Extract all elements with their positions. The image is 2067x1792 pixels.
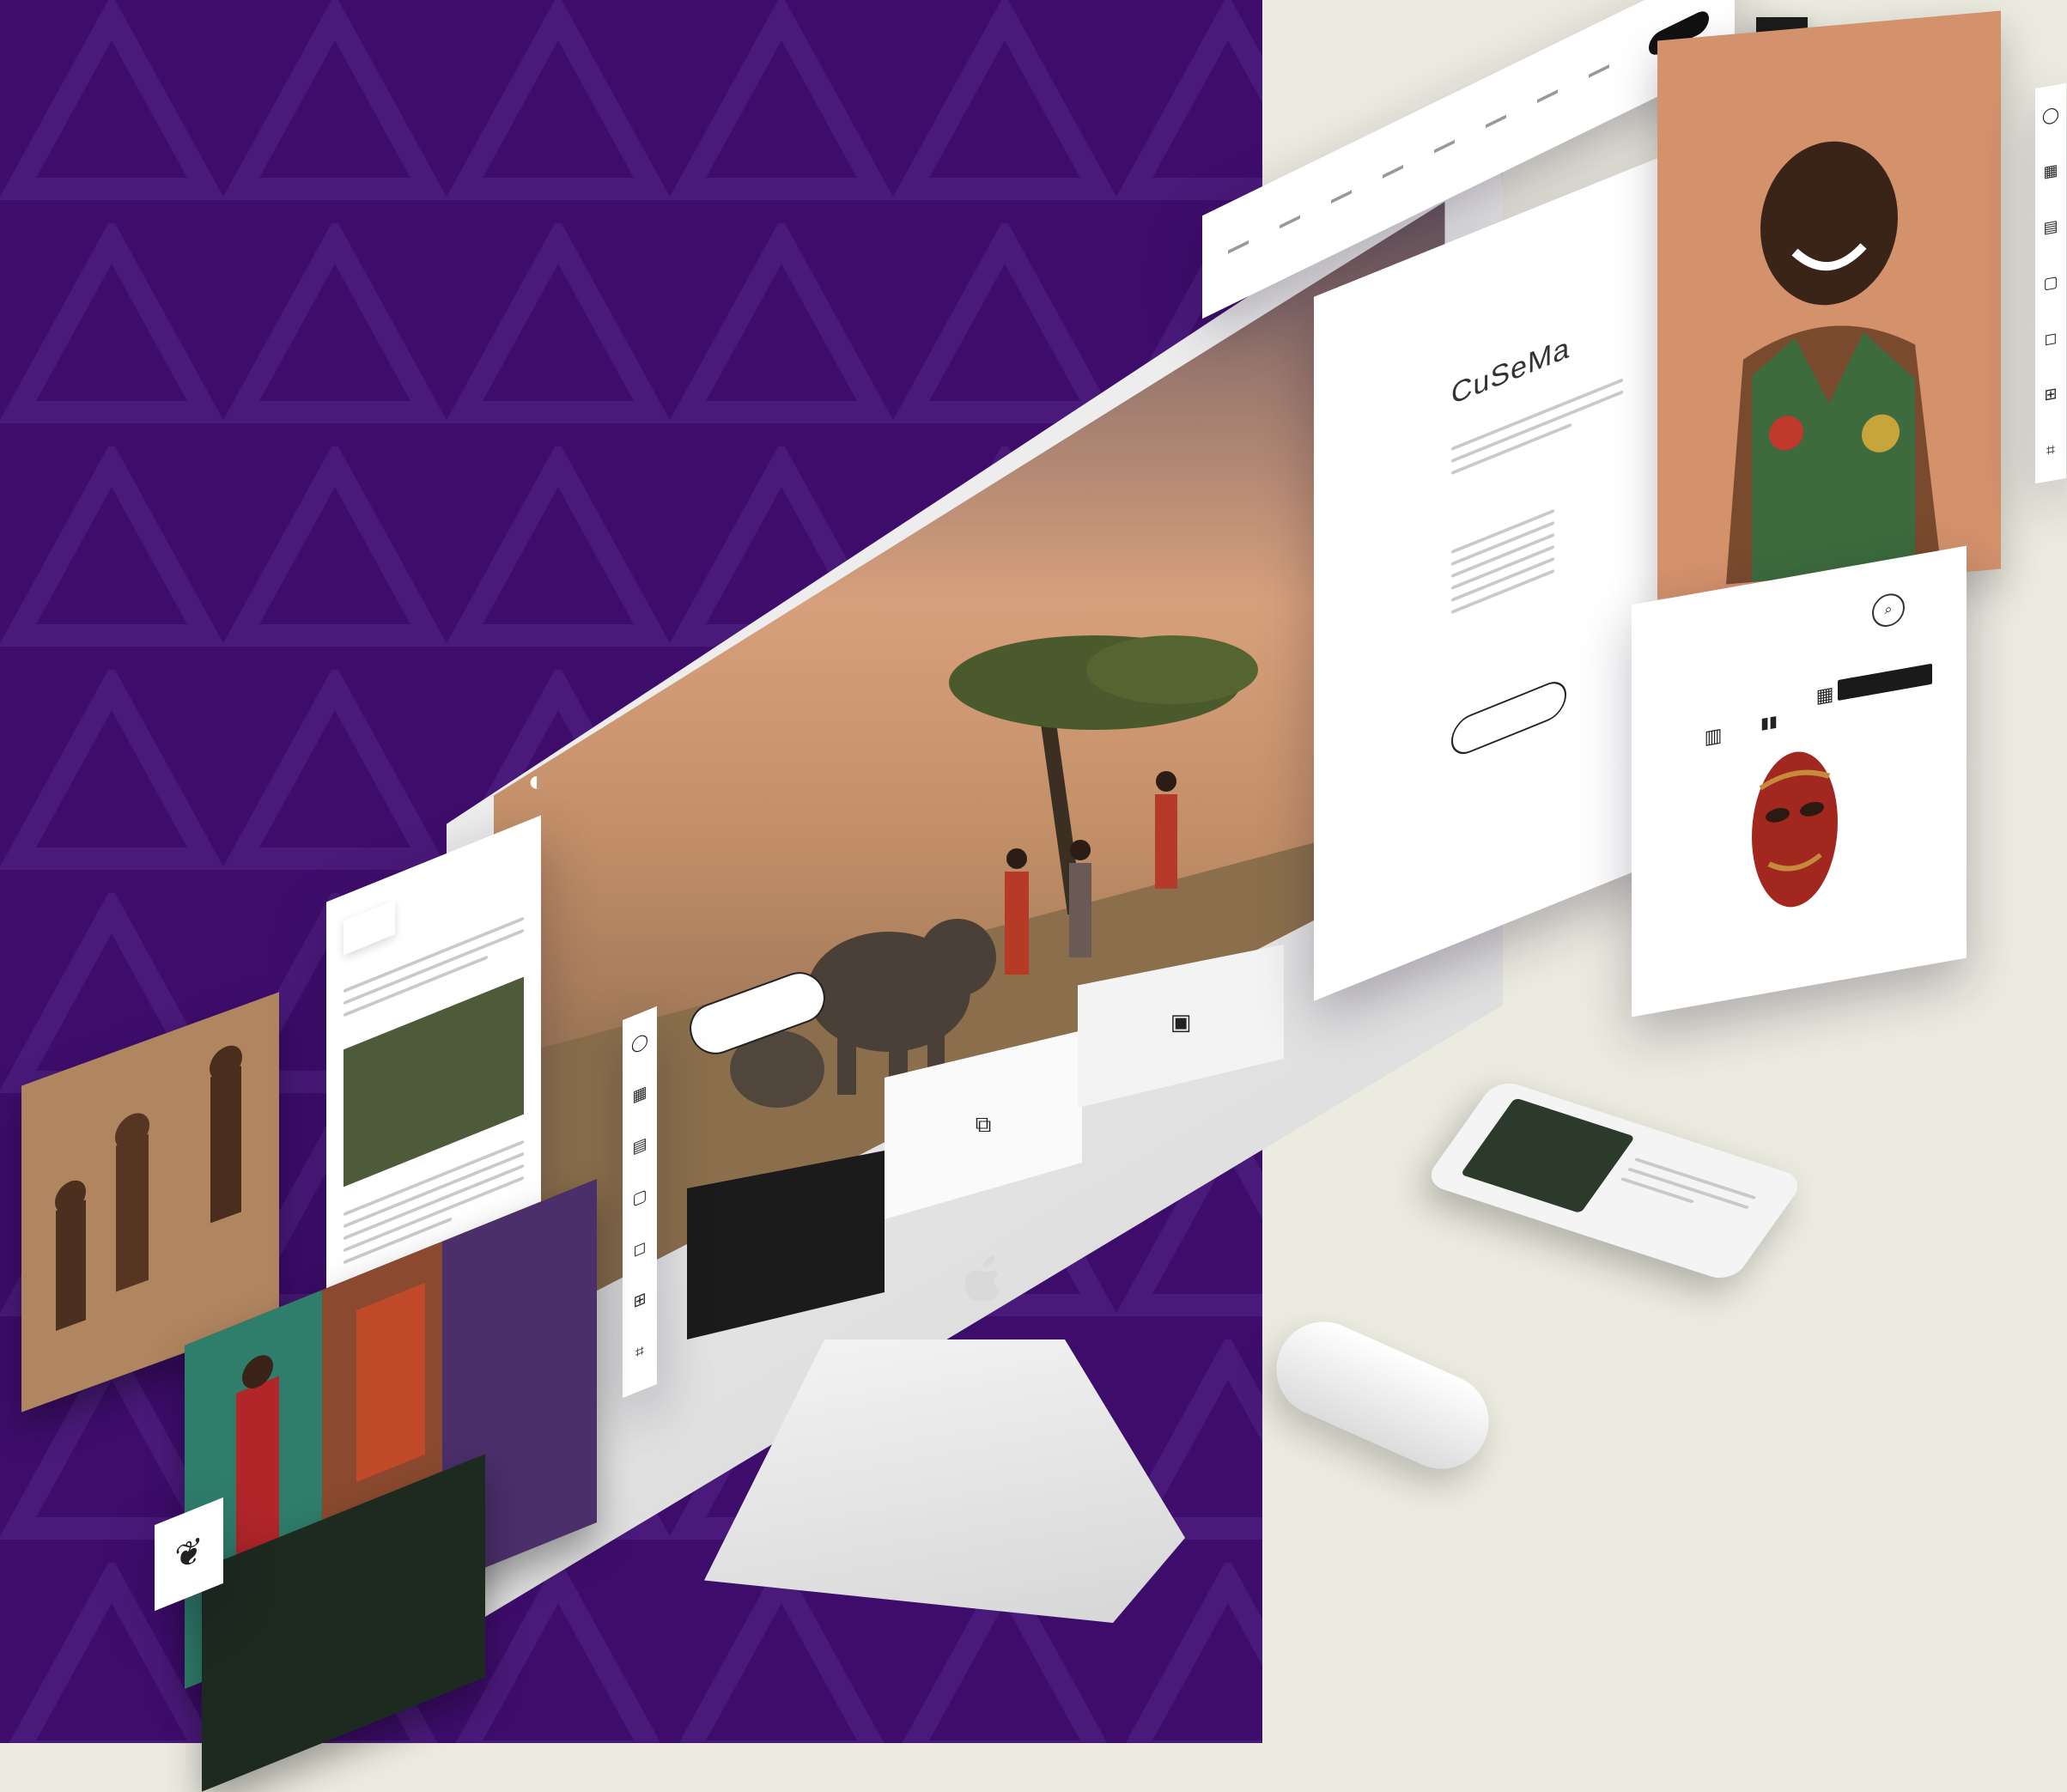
crop-icon[interactable]: ⌗	[2039, 436, 2063, 465]
bag-icon[interactable]: ◻	[2039, 325, 2063, 353]
chat-icon[interactable]: ▢	[2039, 269, 2063, 297]
side-panel-button[interactable]	[1451, 676, 1566, 761]
calendar-icon[interactable]: ▦	[2039, 157, 2063, 185]
mail-icon: ▣	[1170, 1008, 1192, 1035]
side-text-panel: CuSeMa	[1314, 158, 1657, 1001]
boy-portrait-photo	[1657, 10, 2001, 599]
apple-logo-icon	[1366, 1376, 1399, 1410]
logo-icon: ◐	[527, 764, 546, 798]
side-panel-list	[1451, 501, 1554, 623]
article-logo-icon	[343, 900, 395, 956]
mask-card-button[interactable]	[1838, 663, 1932, 702]
chart-icon: ▮▮	[1760, 711, 1778, 732]
building-icon: ▥	[1704, 723, 1723, 749]
apple-logo-icon	[962, 1254, 1005, 1305]
circle-icon[interactable]: ◯	[2039, 101, 2063, 130]
mask-product-card: ⌕ ▥ ▮▮ ▦	[1632, 545, 1967, 1017]
grid-icon[interactable]: ▤	[628, 1128, 652, 1162]
grid-icon[interactable]: ▤	[2039, 213, 2063, 241]
phone-screen-text	[1615, 1151, 1761, 1226]
search-icon[interactable]: ⌕	[1872, 591, 1905, 630]
left-vertical-toolbar: ◯ ▦ ▤ ▢ ◻ ⊞ ⌗	[623, 1005, 657, 1399]
boy-portrait-image	[1657, 10, 2001, 599]
site-logo[interactable]: ◐	[520, 764, 597, 816]
cart-icon[interactable]: ⊞	[628, 1283, 652, 1316]
cart-icon[interactable]: ⊞	[2039, 380, 2063, 409]
circle-icon[interactable]: ◯	[628, 1025, 652, 1059]
crop-icon[interactable]: ⌗	[628, 1334, 652, 1368]
mask-image	[1752, 751, 1838, 908]
calendar-icon[interactable]: ▦	[628, 1077, 652, 1110]
leaf-icon: ❦	[174, 1529, 204, 1579]
bag-icon[interactable]: ◻	[628, 1231, 652, 1265]
chat-icon[interactable]: ▢	[628, 1180, 652, 1213]
phone-screen-image	[1460, 1097, 1636, 1214]
calendar-icon: ▦	[1815, 682, 1834, 708]
vertical-icon-toolbar: ◯ ▦ ▤ ▢ ◻ ⊞ ⌗	[2035, 82, 2066, 484]
puzzle-icon: ⧉	[975, 1111, 992, 1137]
